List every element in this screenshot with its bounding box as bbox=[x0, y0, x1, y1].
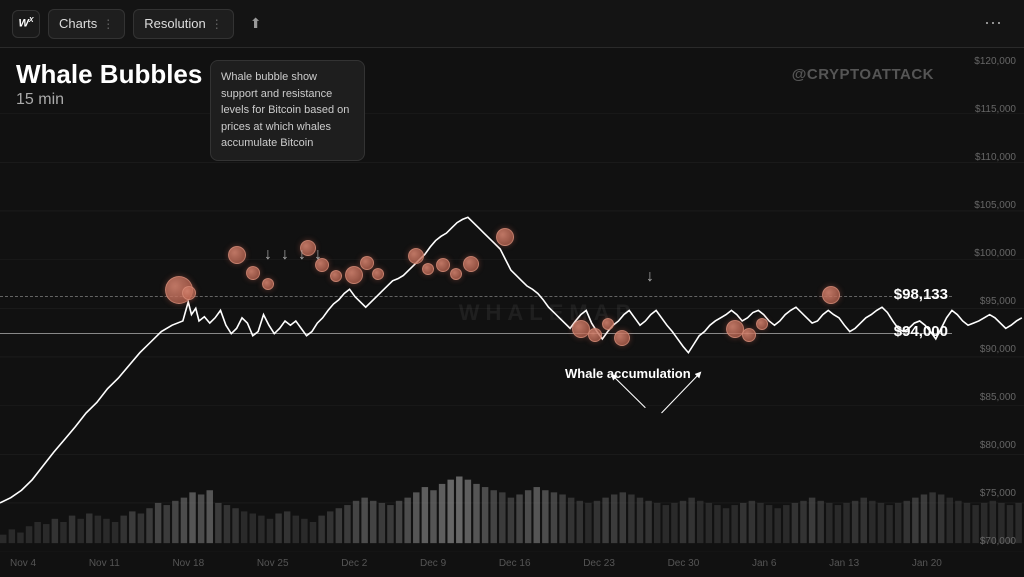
chart-tooltip: Whale bubble show support and resistance… bbox=[210, 60, 365, 161]
hline-98133 bbox=[0, 296, 952, 297]
y-label-95k: $95,000 bbox=[952, 296, 1020, 307]
chart-subtitle: 15 min bbox=[16, 91, 202, 109]
y-label-85k: $85,000 bbox=[952, 392, 1020, 403]
bubble-nov18-sm1 bbox=[182, 286, 196, 300]
bubble-dec2-5 bbox=[360, 256, 374, 270]
x-label-nov4: Nov 4 bbox=[10, 558, 36, 569]
arrow-nov22-2: ↓ bbox=[281, 246, 289, 264]
bubble-dec9-2 bbox=[422, 263, 434, 275]
bubble-dec14 bbox=[496, 228, 514, 246]
more-options-button[interactable]: ⋯ bbox=[976, 9, 1012, 38]
price-label-98133: $98,133 bbox=[894, 286, 948, 303]
bubble-dec23-3 bbox=[602, 318, 614, 330]
x-label-dec9: Dec 9 bbox=[420, 558, 446, 569]
x-label-dec2: Dec 2 bbox=[341, 558, 367, 569]
bubble-nov25-3 bbox=[262, 278, 274, 290]
twitter-handle: @CRYPTOATTACK bbox=[792, 66, 934, 83]
bubble-dec23-2 bbox=[588, 328, 602, 342]
whale-accumulation-label: Whale accumulation bbox=[565, 366, 691, 383]
charts-menu-icon: ⋮ bbox=[102, 17, 114, 31]
y-label-100k: $100,000 bbox=[952, 248, 1020, 259]
upload-button[interactable]: ⬆ bbox=[242, 10, 270, 37]
x-label-jan20: Jan 20 bbox=[912, 558, 942, 569]
x-axis: Nov 4 Nov 11 Nov 18 Nov 25 Dec 2 Dec 9 D… bbox=[0, 549, 952, 577]
bubble-nov25-1 bbox=[228, 246, 246, 264]
arrow-nov22-1: ↓ bbox=[264, 246, 272, 264]
bubble-dec9-3 bbox=[436, 258, 450, 272]
price-label-94000: $94,000 bbox=[894, 323, 948, 340]
resolution-label: Resolution bbox=[144, 16, 205, 31]
logo-icon[interactable]: WX bbox=[12, 10, 40, 38]
x-label-nov18: Nov 18 bbox=[172, 558, 204, 569]
x-label-jan13: Jan 13 bbox=[829, 558, 859, 569]
arrow-nov27: ↓ bbox=[314, 246, 322, 264]
y-label-70k: $70,000 bbox=[952, 536, 1020, 547]
bubble-dec2-4 bbox=[345, 266, 363, 284]
bubble-dec23-4 bbox=[614, 330, 630, 346]
y-label-110k: $110,000 bbox=[952, 152, 1020, 163]
y-label-105k: $105,000 bbox=[952, 200, 1020, 211]
x-label-dec30: Dec 30 bbox=[668, 558, 700, 569]
resolution-menu-icon: ⋮ bbox=[211, 17, 223, 31]
y-label-90k: $90,000 bbox=[952, 344, 1020, 355]
bubble-jan6-3 bbox=[756, 318, 768, 330]
x-label-dec23: Dec 23 bbox=[583, 558, 615, 569]
bubble-dec9-1 bbox=[408, 248, 424, 264]
resolution-button[interactable]: Resolution ⋮ bbox=[133, 9, 233, 39]
topbar: WX Charts ⋮ Resolution ⋮ ⬆ ⋯ bbox=[0, 0, 1024, 48]
y-label-75k: $75,000 bbox=[952, 488, 1020, 499]
arrow-nov25: ↓ bbox=[298, 246, 306, 264]
chart-header: Whale Bubbles 15 min bbox=[16, 60, 202, 109]
x-label-nov11: Nov 11 bbox=[89, 558, 120, 569]
y-axis: $120,000 $115,000 $110,000 $105,000 $100… bbox=[952, 48, 1024, 577]
bubble-jan13 bbox=[822, 286, 840, 304]
y-label-115k: $115,000 bbox=[952, 104, 1020, 115]
y-label-80k: $80,000 bbox=[952, 440, 1020, 451]
charts-button[interactable]: Charts ⋮ bbox=[48, 9, 125, 39]
bubble-jan6-2 bbox=[742, 328, 756, 342]
bubble-dec9-5 bbox=[463, 256, 479, 272]
chart-container: Whale Bubbles 15 min Whale bubble show s… bbox=[0, 48, 1024, 577]
x-label-jan6: Jan 6 bbox=[752, 558, 776, 569]
bubble-nov25-2 bbox=[246, 266, 260, 280]
hline-94000 bbox=[0, 333, 952, 334]
bubble-dec2-3 bbox=[330, 270, 342, 282]
charts-label: Charts bbox=[59, 16, 97, 31]
x-label-nov25: Nov 25 bbox=[257, 558, 289, 569]
y-label-120k: $120,000 bbox=[952, 56, 1020, 67]
arrow-dec23-area: ↓ bbox=[646, 268, 654, 286]
bubble-dec2-6 bbox=[372, 268, 384, 280]
chart-title: Whale Bubbles bbox=[16, 60, 202, 89]
x-label-dec16: Dec 16 bbox=[499, 558, 531, 569]
bubble-dec9-4 bbox=[450, 268, 462, 280]
